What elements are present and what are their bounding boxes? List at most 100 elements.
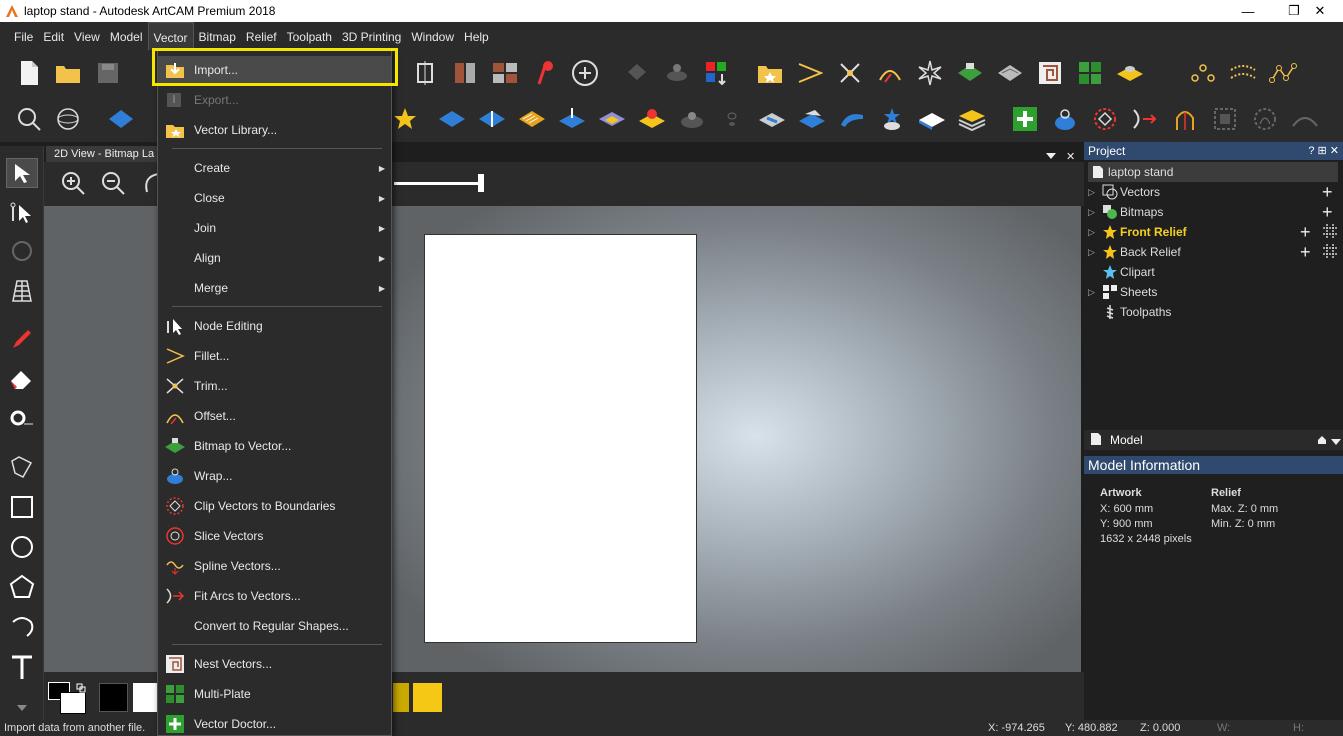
menu-item-clip-vectors[interactable]: Clip Vectors to Boundaries bbox=[158, 492, 391, 520]
paint-bucket-icon[interactable] bbox=[622, 58, 652, 88]
extrude-icon[interactable] bbox=[477, 104, 507, 134]
model-home-icon[interactable] bbox=[1317, 434, 1327, 448]
tree-item-bitmaps[interactable]: ▷ Bitmaps bbox=[1088, 202, 1163, 222]
tree-item-sheets[interactable]: ▷ Sheets bbox=[1088, 282, 1157, 302]
save-icon[interactable] bbox=[93, 58, 123, 88]
menu-item-bitmap-to-vector[interactable]: Bitmap to Vector... bbox=[158, 432, 391, 460]
eraser-icon[interactable] bbox=[6, 364, 38, 394]
new-file-icon[interactable] bbox=[14, 58, 44, 88]
polygon-icon[interactable] bbox=[6, 572, 38, 602]
menu-item-convert-regular-shapes[interactable]: Convert to Regular Shapes... bbox=[158, 612, 391, 640]
menu-item-multi-plate[interactable]: Multi-Plate bbox=[158, 680, 391, 708]
swap-colours-icon[interactable] bbox=[76, 682, 86, 693]
menu-window[interactable]: Window bbox=[406, 22, 459, 50]
expand-arrow-icon[interactable]: ▷ bbox=[1088, 287, 1100, 298]
faded-relief-icon[interactable] bbox=[717, 104, 747, 134]
shape-editor-icon[interactable] bbox=[437, 104, 467, 134]
menu-help[interactable]: Help bbox=[459, 22, 494, 50]
polyline-nodes-icon[interactable] bbox=[1268, 58, 1298, 88]
close-window-button[interactable]: ✕ bbox=[1297, 0, 1343, 22]
add-back-relief-layer-icon[interactable]: + bbox=[1300, 243, 1311, 261]
black-swatch[interactable] bbox=[99, 683, 128, 712]
add-vector-layer-icon[interactable]: + bbox=[1322, 183, 1333, 201]
tree-item-toolpaths[interactable]: Toolpaths bbox=[1088, 302, 1171, 322]
arch-vector-icon[interactable] bbox=[1170, 104, 1200, 134]
menu-toolpath[interactable]: Toolpath bbox=[282, 22, 337, 50]
2d-view-tab[interactable]: 2D View - Bitmap La bbox=[46, 146, 160, 162]
rectangle-icon[interactable] bbox=[6, 492, 38, 522]
relief-plate-icon[interactable] bbox=[1115, 58, 1145, 88]
relief-stack-icon[interactable] bbox=[957, 104, 987, 134]
menu-3d-printing[interactable]: 3D Printing bbox=[337, 22, 406, 50]
multi-plate-tool-icon[interactable] bbox=[1075, 58, 1105, 88]
menu-view[interactable]: View bbox=[69, 22, 105, 50]
smooth-relief-icon[interactable] bbox=[637, 104, 667, 134]
zoom-out-icon[interactable] bbox=[98, 168, 128, 198]
rotate-pin-icon[interactable] bbox=[530, 58, 560, 88]
model-sheet[interactable] bbox=[424, 234, 697, 643]
transform-faded-icon[interactable] bbox=[6, 236, 38, 266]
nest-vectors-tool-icon[interactable] bbox=[1035, 58, 1065, 88]
tree-item-vectors[interactable]: ▷ Vectors bbox=[1088, 182, 1160, 202]
menu-item-slice-vectors[interactable]: Slice Vectors bbox=[158, 522, 391, 550]
faded-arc-icon[interactable] bbox=[1290, 104, 1320, 134]
menu-item-nest-vectors[interactable]: Nest Vectors... bbox=[158, 650, 391, 678]
resize-icon[interactable] bbox=[410, 58, 440, 88]
colour-palette-icon[interactable] bbox=[702, 58, 732, 88]
open-vector-library-icon[interactable] bbox=[755, 58, 785, 88]
dotted-curve-icon[interactable] bbox=[1228, 58, 1258, 88]
expand-arrow-icon[interactable]: ▷ bbox=[1088, 247, 1100, 258]
trim-tool-icon[interactable] bbox=[835, 58, 865, 88]
dark-yellow-swatch[interactable] bbox=[393, 683, 409, 712]
menu-item-trim[interactable]: Trim... bbox=[158, 372, 391, 400]
view-dropdown-icon[interactable] bbox=[1046, 150, 1060, 164]
menu-item-create[interactable]: Create ▶ bbox=[158, 154, 391, 182]
vector-doctor-tool-icon[interactable] bbox=[1010, 104, 1040, 134]
polyline-draw-icon[interactable] bbox=[6, 452, 38, 482]
menu-item-align[interactable]: Align ▶ bbox=[158, 244, 391, 272]
star-relief-icon[interactable] bbox=[390, 104, 420, 134]
zoom-in-icon[interactable] bbox=[58, 168, 88, 198]
relief-star-tool-icon[interactable] bbox=[877, 104, 907, 134]
transform-icon[interactable] bbox=[570, 58, 600, 88]
tree-item-clipart[interactable]: Clipart bbox=[1088, 262, 1155, 282]
tree-item-front-relief[interactable]: ▷ Front Relief bbox=[1088, 222, 1187, 242]
expand-arrow-icon[interactable]: ▷ bbox=[1088, 227, 1100, 238]
add-bitmap-layer-icon[interactable]: + bbox=[1322, 203, 1333, 221]
relief-sculpt-icon[interactable] bbox=[797, 104, 827, 134]
menu-item-wrap[interactable]: Wrap... bbox=[158, 462, 391, 490]
menu-item-join[interactable]: Join ▶ bbox=[158, 214, 391, 242]
star-shape-icon[interactable] bbox=[915, 58, 945, 88]
relief-plane-icon[interactable] bbox=[917, 104, 947, 134]
fillet-tool-icon[interactable] bbox=[795, 58, 825, 88]
project-header-controls[interactable]: ? ⊞ ✕ bbox=[1308, 144, 1339, 157]
menu-bitmap[interactable]: Bitmap bbox=[194, 22, 241, 50]
close-view-icon[interactable]: ✕ bbox=[1066, 150, 1080, 164]
back-relief-grid-icon[interactable] bbox=[1322, 243, 1338, 262]
menu-model[interactable]: Model bbox=[105, 22, 148, 50]
fit-arcs-tool-icon[interactable] bbox=[1130, 104, 1160, 134]
add-front-relief-layer-icon[interactable]: + bbox=[1300, 223, 1311, 241]
wrap-vectors-icon[interactable] bbox=[995, 58, 1025, 88]
flatten-relief-icon[interactable] bbox=[677, 104, 707, 134]
relief-blend-icon[interactable] bbox=[557, 104, 587, 134]
tree-item-back-relief[interactable]: ▷ Back Relief bbox=[1088, 242, 1181, 262]
measure-icon[interactable] bbox=[6, 404, 38, 434]
eyedropper-icon[interactable] bbox=[662, 58, 692, 88]
relief-cut-icon[interactable] bbox=[757, 104, 787, 134]
dashed-square-icon[interactable] bbox=[1210, 104, 1240, 134]
menu-item-merge[interactable]: Merge ▶ bbox=[158, 274, 391, 302]
menu-item-node-editing[interactable]: Node Editing bbox=[158, 312, 391, 340]
relief-layers-icon[interactable] bbox=[597, 104, 627, 134]
block-copy-icon[interactable] bbox=[490, 58, 520, 88]
grid-perspective-icon[interactable] bbox=[6, 276, 38, 306]
menu-item-vector-library[interactable]: Vector Library... bbox=[158, 116, 391, 144]
menu-file[interactable]: File bbox=[9, 22, 38, 50]
select-arrow-icon[interactable] bbox=[6, 158, 38, 188]
circle-icon[interactable] bbox=[6, 532, 38, 562]
menu-item-fit-arcs[interactable]: Fit Arcs to Vectors... bbox=[158, 582, 391, 610]
wrap-tool-icon[interactable] bbox=[1050, 104, 1080, 134]
menu-relief[interactable]: Relief bbox=[241, 22, 282, 50]
offset-tool-icon[interactable] bbox=[875, 58, 905, 88]
node-edit-arrow-icon[interactable] bbox=[6, 198, 38, 228]
